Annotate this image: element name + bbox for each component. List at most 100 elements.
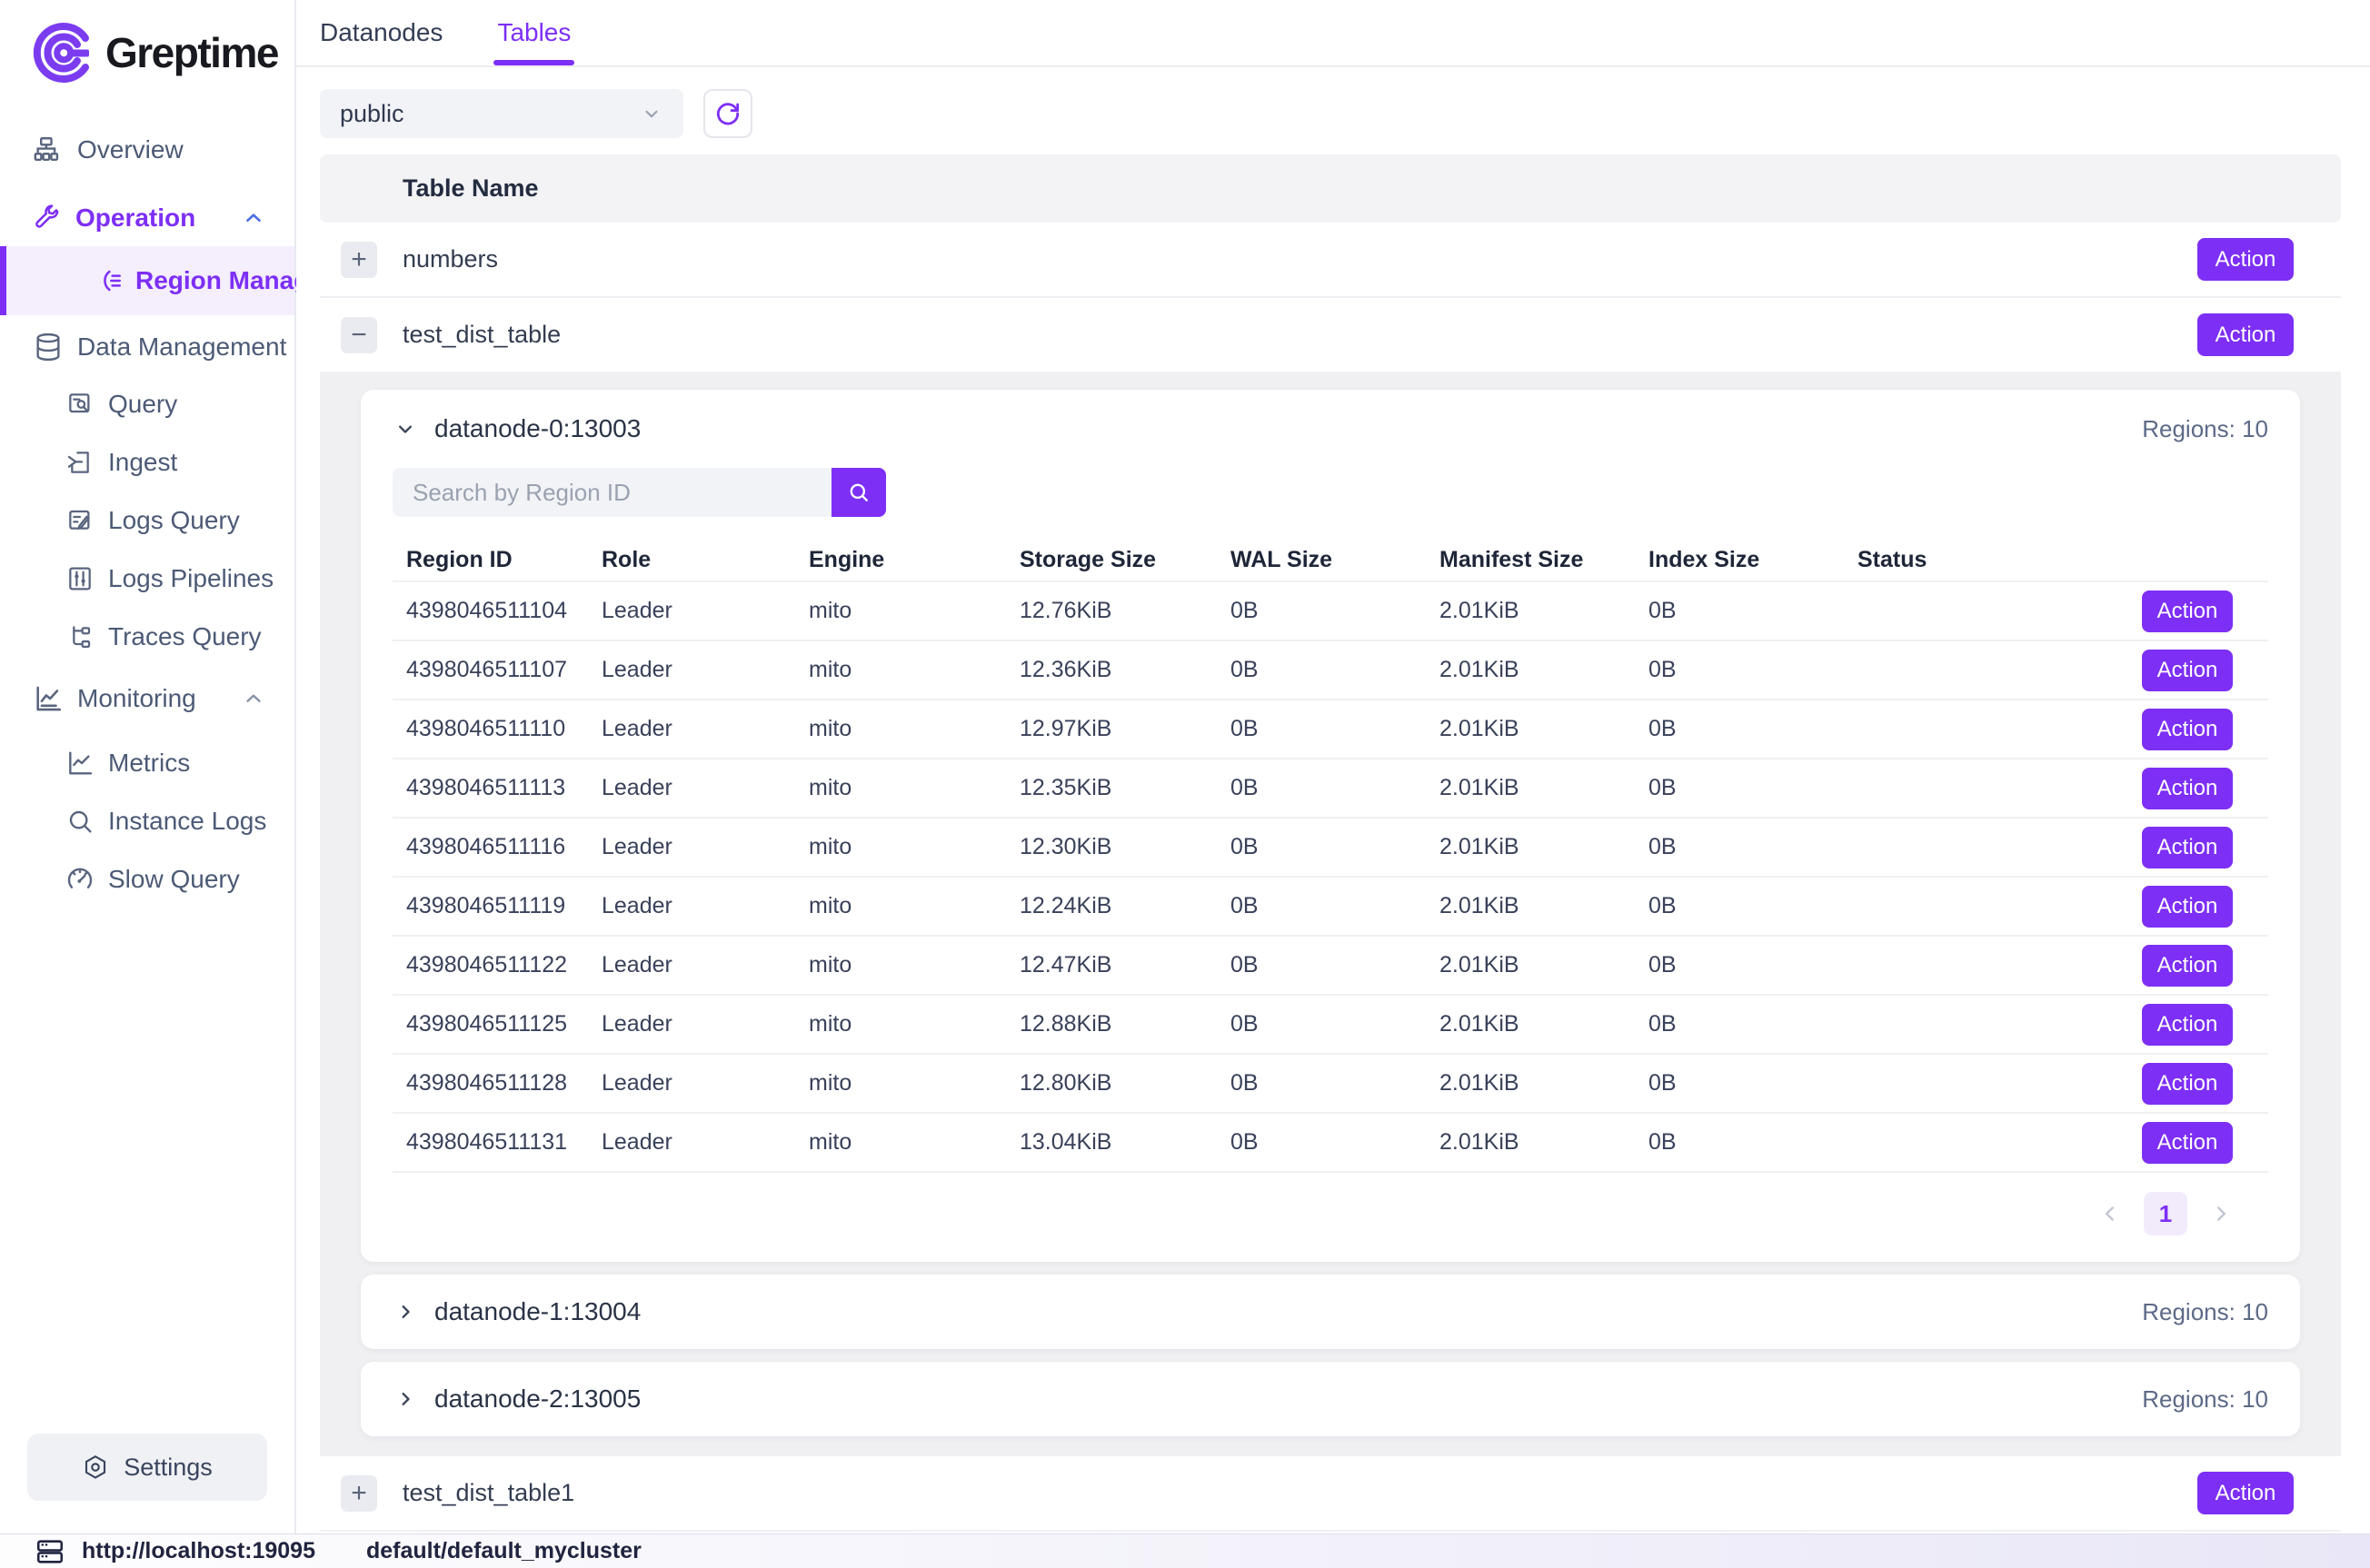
tab-tables[interactable]: Tables — [497, 0, 571, 65]
manifest-size-cell: 2.01KiB — [1439, 657, 1648, 683]
sidebar-item-logs-query[interactable]: Logs Query — [0, 491, 294, 550]
collapse-row-button[interactable]: − — [341, 317, 377, 353]
datanode-1-header[interactable]: datanode-1:13004 Regions: 10 — [361, 1275, 2300, 1349]
sidebar-item-metrics[interactable]: Metrics — [0, 734, 294, 792]
region-action-cell: Action — [2066, 590, 2268, 632]
magnifier-icon — [65, 807, 95, 836]
sidebar-item-label: Logs Query — [108, 506, 240, 535]
region-id-cell: 4398046511116 — [393, 834, 602, 860]
sidebar-item-region-management[interactable]: Region Management — [0, 246, 294, 315]
chart-line-icon — [33, 683, 64, 714]
region-action-cell: Action — [2066, 1122, 2268, 1164]
chevron-down-icon — [640, 102, 663, 125]
datanode-card-2: datanode-2:13005 Regions: 10 — [361, 1362, 2300, 1436]
chevron-up-icon[interactable] — [242, 687, 265, 710]
region-action-button[interactable]: Action — [2142, 1063, 2233, 1105]
manifest-size-cell: 2.01KiB — [1439, 834, 1648, 860]
sidebar-item-label: Overview — [77, 135, 184, 164]
table-name-cell: numbers — [403, 245, 498, 273]
sidebar-item-query[interactable]: Query — [0, 375, 294, 433]
datanode-2-header[interactable]: datanode-2:13005 Regions: 10 — [361, 1362, 2300, 1436]
region-action-cell: Action — [2066, 1063, 2268, 1105]
sidebar-item-overview[interactable]: Overview — [0, 122, 294, 178]
document-search-icon — [65, 390, 95, 419]
region-search-button[interactable] — [831, 468, 886, 517]
region-action-cell: Action — [2066, 886, 2268, 928]
index-size-cell: 0B — [1648, 952, 1857, 978]
brand-logo: Greptime — [0, 0, 294, 85]
index-size-cell: 0B — [1648, 1129, 1857, 1156]
region-action-button[interactable]: Action — [2142, 650, 2233, 691]
sidebar-item-label: Query — [108, 390, 177, 419]
region-action-button[interactable]: Action — [2142, 945, 2233, 987]
chevron-up-icon[interactable] — [242, 206, 265, 230]
sidebar-item-slow-query[interactable]: Slow Query — [0, 850, 294, 908]
datanode-title: datanode-0:13003 — [434, 414, 641, 443]
sidebar-section-data-management[interactable]: Data Management — [0, 319, 294, 375]
pagination-prev-button[interactable] — [2098, 1202, 2122, 1226]
region-action-button[interactable]: Action — [2142, 886, 2233, 928]
region-action-cell: Action — [2066, 1004, 2268, 1046]
sliders-icon — [65, 564, 95, 593]
region-action-button[interactable]: Action — [2142, 1004, 2233, 1046]
region-search-group — [393, 468, 886, 517]
table-action-button[interactable]: Action — [2197, 238, 2294, 281]
pagination-next-button[interactable] — [2209, 1202, 2233, 1226]
region-action-button[interactable]: Action — [2142, 827, 2233, 868]
region-action-cell: Action — [2066, 827, 2268, 868]
schema-select[interactable]: public — [320, 89, 683, 138]
sidebar-item-logs-pipelines[interactable]: Logs Pipelines — [0, 550, 294, 608]
sidebar-item-ingest[interactable]: Ingest — [0, 433, 294, 491]
region-table-row: 4398046511110 Leader mito 12.97KiB 0B 2.… — [393, 699, 2268, 758]
gear-icon — [82, 1454, 109, 1481]
region-id-cell: 4398046511113 — [393, 775, 602, 801]
pagination: 1 — [393, 1171, 2268, 1255]
storage-size-cell: 12.76KiB — [1020, 598, 1230, 624]
sidebar-section-monitoring[interactable]: Monitoring — [0, 670, 294, 727]
engine-cell: mito — [809, 834, 1020, 860]
pagination-page-1[interactable]: 1 — [2144, 1192, 2187, 1236]
greptime-logo-icon — [31, 20, 96, 85]
index-size-cell: 0B — [1648, 834, 1857, 860]
ingest-arrow-icon — [65, 448, 95, 477]
region-table-header-row: Region ID Role Engine Storage Size WAL S… — [393, 539, 2268, 581]
wal-size-cell: 0B — [1230, 1129, 1439, 1156]
region-table-row: 4398046511122 Leader mito 12.47KiB 0B 2.… — [393, 935, 2268, 994]
datanode-0-header[interactable]: datanode-0:13003 Regions: 10 — [361, 390, 2300, 468]
expand-row-button[interactable]: + — [341, 1475, 377, 1512]
table-action-button[interactable]: Action — [2197, 1472, 2294, 1514]
sidebar-item-label: Ingest — [108, 448, 177, 477]
table-action-button[interactable]: Action — [2197, 313, 2294, 356]
wal-size-cell: 0B — [1230, 1011, 1439, 1037]
region-table-body: 4398046511104 Leader mito 12.76KiB 0B 2.… — [393, 581, 2268, 1171]
tab-datanodes[interactable]: Datanodes — [320, 0, 443, 65]
engine-cell: mito — [809, 657, 1020, 683]
region-id-cell: 4398046511107 — [393, 657, 602, 683]
sidebar-item-instance-logs[interactable]: Instance Logs — [0, 792, 294, 850]
wal-size-cell: 0B — [1230, 952, 1439, 978]
region-action-button[interactable]: Action — [2142, 590, 2233, 632]
expand-row-button[interactable]: + — [341, 242, 377, 278]
region-action-button[interactable]: Action — [2142, 709, 2233, 750]
region-table: Region ID Role Engine Storage Size WAL S… — [393, 539, 2268, 1255]
engine-cell: mito — [809, 775, 1020, 801]
settings-button[interactable]: Settings — [27, 1434, 267, 1501]
region-management-icon — [95, 266, 124, 295]
refresh-button[interactable] — [703, 89, 752, 138]
sidebar-item-traces-query[interactable]: Traces Query — [0, 608, 294, 666]
storage-size-cell: 12.36KiB — [1020, 657, 1230, 683]
schema-select-value: public — [340, 100, 404, 128]
region-action-button[interactable]: Action — [2142, 768, 2233, 809]
manifest-size-cell: 2.01KiB — [1439, 775, 1648, 801]
region-action-button[interactable]: Action — [2142, 1122, 2233, 1164]
engine-cell: mito — [809, 1129, 1020, 1156]
wal-size-cell: 0B — [1230, 834, 1439, 860]
region-id-cell: 4398046511128 — [393, 1070, 602, 1097]
server-url[interactable]: http://localhost:19095 — [82, 1538, 315, 1564]
sidebar-section-operation[interactable]: Operation — [0, 190, 294, 246]
region-search-input[interactable] — [393, 468, 831, 517]
datanode-card-1: datanode-1:13004 Regions: 10 — [361, 1275, 2300, 1349]
manifest-size-cell: 2.01KiB — [1439, 1070, 1648, 1097]
toolbar: public — [320, 89, 2370, 138]
sidebar-item-label: Traces Query — [108, 622, 262, 651]
